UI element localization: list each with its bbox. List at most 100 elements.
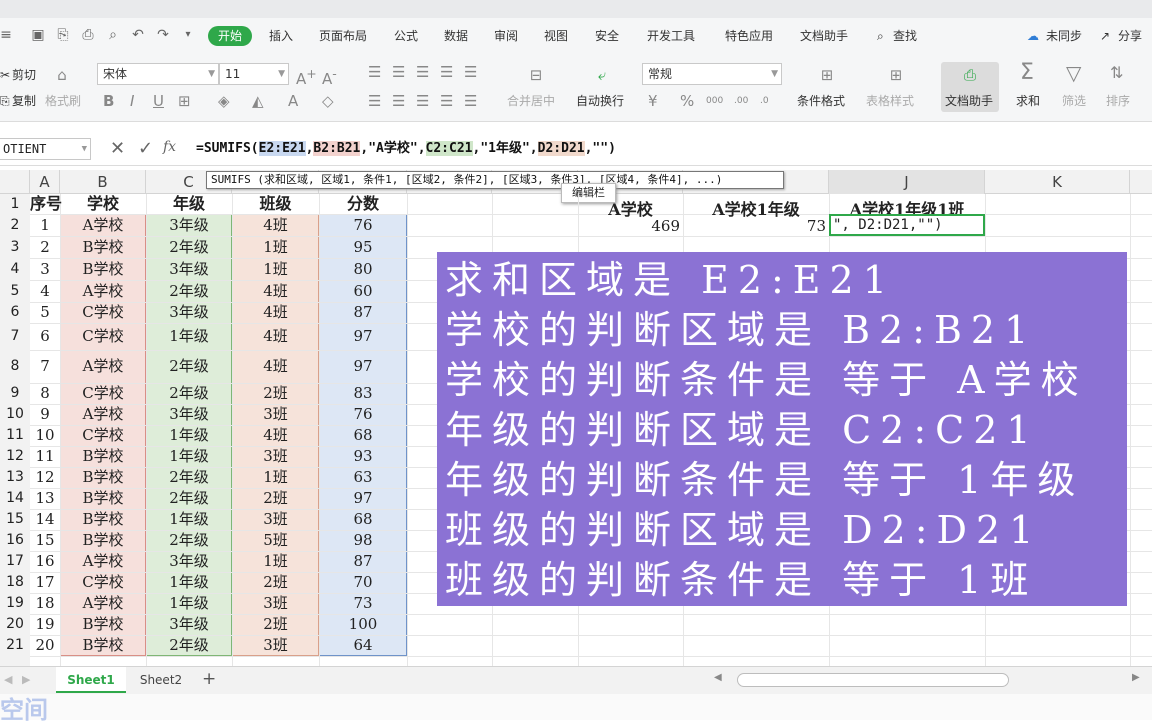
add-sheet-button[interactable]: + (202, 669, 216, 689)
table-cell[interactable]: 4班 (232, 350, 319, 383)
sheet-nav-next-icon[interactable]: ▶ (22, 673, 30, 686)
clear-format-icon[interactable]: ◇ (322, 92, 334, 110)
table-cell[interactable]: 2年级 (146, 635, 232, 656)
table-cell[interactable]: 3年级 (146, 404, 232, 425)
table-cell[interactable]: 97 (319, 350, 407, 383)
row-header[interactable]: 21 (0, 635, 30, 656)
table-cell[interactable]: 2班 (232, 614, 319, 635)
table-cell[interactable]: 20 (30, 635, 60, 656)
search-button[interactable]: 查找 (893, 28, 917, 44)
align-bottom-icon[interactable]: ☰ (416, 63, 429, 81)
table-cell[interactable]: 68 (319, 425, 407, 446)
search-icon[interactable]: ⌕ (877, 28, 884, 44)
row-header[interactable]: 10 (0, 404, 30, 425)
merge-center-icon[interactable]: ⊟ (524, 66, 548, 84)
formula-input[interactable]: =SUMIFS(E2:E21,B2:B21,"A学校",C2:C21,"1年级"… (196, 140, 616, 158)
tab-page-layout[interactable]: 页面布局 (319, 28, 367, 44)
table-cell[interactable]: B学校 (60, 236, 146, 258)
italic-icon[interactable]: I (130, 92, 134, 110)
table-cell[interactable]: 70 (319, 572, 407, 593)
thousands-icon[interactable]: 000 (706, 92, 723, 110)
table-cell[interactable]: 3年级 (146, 214, 232, 236)
table-cell[interactable]: C学校 (60, 302, 146, 323)
row-header[interactable]: 7 (0, 323, 30, 350)
export-icon[interactable]: ⎘ (55, 27, 71, 43)
table-cell[interactable]: A学校 (60, 404, 146, 425)
sum-icon[interactable]: Σ (1020, 62, 1034, 84)
table-cell[interactable]: 2 (30, 236, 60, 258)
table-cell[interactable]: 17 (30, 572, 60, 593)
filter-icon[interactable]: ▽ (1066, 63, 1081, 83)
row-header[interactable]: 13 (0, 467, 30, 488)
table-cell[interactable]: 97 (319, 323, 407, 350)
table-header-cell[interactable]: 年级 (146, 194, 232, 214)
table-cell[interactable]: 4班 (232, 323, 319, 350)
table-cell[interactable]: 3班 (232, 404, 319, 425)
table-cell[interactable]: 3 (30, 258, 60, 280)
table-cell[interactable]: 13 (30, 488, 60, 509)
table-cell[interactable]: B学校 (60, 614, 146, 635)
table-cell[interactable]: 4班 (232, 280, 319, 302)
scroll-left-icon[interactable]: ◀ (714, 672, 722, 683)
table-cell[interactable]: 19 (30, 614, 60, 635)
cancel-icon[interactable]: ✕ (110, 138, 125, 159)
table-cell[interactable]: 3年级 (146, 614, 232, 635)
underline-icon[interactable]: U (153, 92, 164, 110)
row-header[interactable]: 4 (0, 258, 30, 280)
table-header-cell[interactable]: 分数 (319, 194, 407, 214)
confirm-icon[interactable]: ✓ (138, 138, 153, 159)
table-cell[interactable]: 9 (30, 404, 60, 425)
tab-security[interactable]: 安全 (595, 28, 619, 44)
add-decimal-icon[interactable]: .00 (734, 92, 748, 110)
row-header[interactable]: 9 (0, 383, 30, 404)
row-header[interactable]: 17 (0, 551, 30, 572)
share-button[interactable]: 分享 (1118, 28, 1142, 44)
table-cell[interactable]: 4 (30, 280, 60, 302)
summary-value-school[interactable]: 469 (578, 217, 680, 235)
row-header[interactable]: 18 (0, 572, 30, 593)
table-cell[interactable]: 100 (319, 614, 407, 635)
row-header[interactable]: 15 (0, 509, 30, 530)
cut-icon[interactable]: ✂ (0, 67, 10, 83)
table-cell[interactable]: 15 (30, 530, 60, 551)
menu-icon[interactable]: ≡ (0, 27, 14, 43)
font-color-icon[interactable]: ◭ (252, 92, 264, 110)
increase-font-icon[interactable]: A+ (296, 65, 317, 88)
table-cell[interactable]: B学校 (60, 446, 146, 467)
filter-button[interactable]: 筛选 (1062, 93, 1086, 109)
table-cell[interactable]: 2班 (232, 572, 319, 593)
conditional-format-icon[interactable]: ⊞ (815, 66, 839, 84)
sort-icon[interactable]: ⇅ (1110, 64, 1123, 82)
row-header[interactable]: 2 (0, 214, 30, 236)
sheet-nav-prev-icon[interactable]: ◀ (4, 673, 12, 686)
font-name-select[interactable]: 宋体 ▼ (97, 63, 219, 85)
row-header[interactable]: 8 (0, 350, 30, 383)
preview-icon[interactable]: ⌕ (105, 27, 121, 43)
print-icon[interactable]: ⎙ (80, 27, 96, 43)
table-cell[interactable]: B学校 (60, 488, 146, 509)
table-cell[interactable]: 2年级 (146, 467, 232, 488)
fill-color-icon[interactable]: ◈ (218, 92, 230, 110)
table-cell[interactable]: A学校 (60, 551, 146, 572)
column-header[interactable]: J (829, 170, 985, 194)
align-left-icon[interactable]: ☰ (368, 92, 381, 110)
row-header[interactable]: 12 (0, 446, 30, 467)
row-header[interactable]: 19 (0, 593, 30, 614)
table-cell[interactable]: 1班 (232, 236, 319, 258)
scroll-right-icon[interactable]: ▶ (1132, 672, 1140, 683)
copy-icon[interactable]: ⎘ (0, 93, 10, 109)
table-style-button[interactable]: 表格样式 (866, 93, 914, 109)
sheet-tab[interactable]: Sheet2 (128, 667, 194, 693)
column-header[interactable]: K (985, 170, 1130, 194)
table-cell[interactable]: 1年级 (146, 446, 232, 467)
table-cell[interactable]: 1班 (232, 551, 319, 572)
table-style-icon[interactable]: ⊞ (884, 66, 908, 84)
sync-status[interactable]: 未同步 (1046, 28, 1082, 44)
copy-button[interactable]: 复制 (12, 93, 36, 109)
table-cell[interactable]: 73 (319, 593, 407, 614)
table-cell[interactable]: 7 (30, 350, 60, 383)
row-header[interactable]: 16 (0, 530, 30, 551)
table-cell[interactable]: 1年级 (146, 572, 232, 593)
table-cell[interactable]: 4班 (232, 302, 319, 323)
align-top-icon[interactable]: ☰ (368, 63, 381, 81)
